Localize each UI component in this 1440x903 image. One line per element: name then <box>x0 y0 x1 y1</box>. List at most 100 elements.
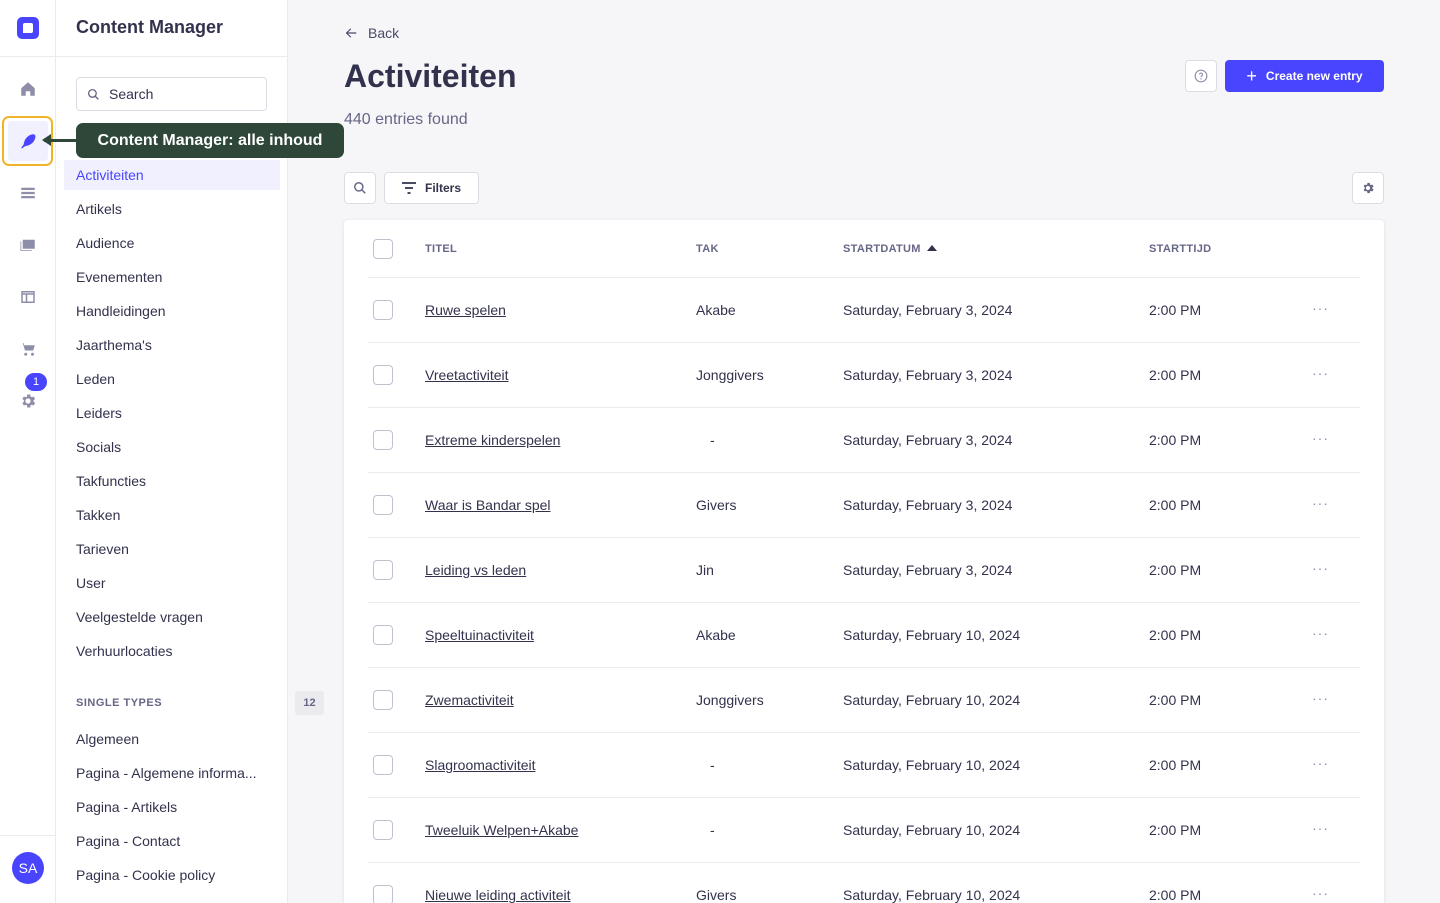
nav-item-leiders[interactable]: Leiders <box>64 398 280 428</box>
rail-divider <box>0 835 56 836</box>
column-header-tak[interactable]: TAK <box>696 243 719 255</box>
cell-tak: - <box>710 757 715 773</box>
more-actions-icon[interactable]: ··· <box>1312 300 1329 316</box>
table-row[interactable]: Slagroomactiviteit - Saturday, February … <box>368 733 1360 798</box>
filter-icon <box>401 182 416 194</box>
more-actions-icon[interactable]: ··· <box>1312 365 1329 381</box>
cell-startdatum: Saturday, February 3, 2024 <box>843 562 1013 578</box>
row-checkbox[interactable] <box>373 495 393 515</box>
table-row[interactable]: Speeltuinactiviteit Akabe Saturday, Febr… <box>368 603 1360 668</box>
search-input[interactable] <box>109 78 259 110</box>
list-icon[interactable] <box>8 173 48 213</box>
nav-item-tarieven[interactable]: Tarieven <box>64 534 280 564</box>
cart-icon[interactable] <box>8 329 48 369</box>
cell-titel[interactable]: Extreme kinderspelen <box>425 432 560 448</box>
table-row[interactable]: Waar is Bandar spel Givers Saturday, Feb… <box>368 473 1360 538</box>
column-header-startdatum[interactable]: STARTDATUM <box>843 243 937 255</box>
filters-button[interactable]: Filters <box>384 172 479 204</box>
table-row[interactable]: Zwemactiviteit Jonggivers Saturday, Febr… <box>368 668 1360 733</box>
cell-startdatum: Saturday, February 3, 2024 <box>843 367 1013 383</box>
table-row[interactable]: Extreme kinderspelen - Saturday, Februar… <box>368 408 1360 473</box>
cell-starttijd: 2:00 PM <box>1149 887 1202 903</box>
column-header-titel[interactable]: TITEL <box>425 243 457 255</box>
home-icon[interactable] <box>8 69 48 109</box>
column-header-starttijd[interactable]: STARTTIJD <box>1149 243 1211 255</box>
create-new-entry-button[interactable]: + Create new entry <box>1225 60 1384 92</box>
table-row[interactable]: Vreetactiviteit Jonggivers Saturday, Feb… <box>368 343 1360 408</box>
cell-tak: Jonggivers <box>696 367 764 383</box>
back-link[interactable]: Back <box>344 25 399 41</box>
nav-item-pagina-contact[interactable]: Pagina - Contact <box>64 826 280 856</box>
page-title: Activiteiten <box>344 58 517 94</box>
nav-item-artikels[interactable]: Artikels <box>64 194 280 224</box>
nav-item-socials[interactable]: Socials <box>64 432 280 462</box>
row-checkbox[interactable] <box>373 560 393 580</box>
more-actions-icon[interactable]: ··· <box>1312 820 1329 836</box>
cell-starttijd: 2:00 PM <box>1149 822 1202 838</box>
nav-item-handleidingen[interactable]: Handleidingen <box>64 296 280 326</box>
more-actions-icon[interactable]: ··· <box>1312 625 1329 641</box>
strapi-logo[interactable] <box>17 17 39 39</box>
more-actions-icon[interactable]: ··· <box>1312 430 1329 446</box>
nav-item-algemeen[interactable]: Algemeen <box>64 724 280 754</box>
single-types-label: SINGLE TYPES <box>76 697 163 709</box>
layout-icon[interactable] <box>8 277 48 317</box>
cell-tak: Akabe <box>696 302 736 318</box>
nav-item-veelgestelde-vragen[interactable]: Veelgestelde vragen <box>64 602 280 632</box>
create-label: Create new entry <box>1265 69 1363 83</box>
more-actions-icon[interactable]: ··· <box>1312 560 1329 576</box>
more-actions-icon[interactable]: ··· <box>1312 755 1329 771</box>
cell-titel[interactable]: Vreetactiviteit <box>425 367 509 383</box>
nav-item-leden[interactable]: Leden <box>64 364 280 394</box>
column-header-startdatum-label: STARTDATUM <box>843 243 921 255</box>
row-checkbox[interactable] <box>373 820 393 840</box>
cell-titel[interactable]: Waar is Bandar spel <box>425 497 551 513</box>
cell-startdatum: Saturday, February 10, 2024 <box>843 627 1021 643</box>
view-settings-button[interactable] <box>1352 172 1384 204</box>
back-label: Back <box>368 25 400 41</box>
table-row[interactable]: Ruwe spelen Akabe Saturday, February 3, … <box>368 278 1360 343</box>
media-icon[interactable] <box>8 225 48 265</box>
question-icon <box>1194 69 1208 83</box>
cell-titel[interactable]: Speeltuinactiviteit <box>425 627 534 643</box>
cell-titel[interactable]: Zwemactiviteit <box>425 692 514 708</box>
row-checkbox[interactable] <box>373 625 393 645</box>
cell-titel[interactable]: Nieuwe leiding activiteit <box>425 887 571 903</box>
nav-item-takken[interactable]: Takken <box>64 500 280 530</box>
nav-item-pagina-artikels[interactable]: Pagina - Artikels <box>64 792 280 822</box>
more-actions-icon[interactable]: ··· <box>1312 690 1329 706</box>
more-actions-icon[interactable]: ··· <box>1312 885 1329 901</box>
more-actions-icon[interactable]: ··· <box>1312 495 1329 511</box>
table-row[interactable]: Tweeluik Welpen+Akabe - Saturday, Februa… <box>368 798 1360 863</box>
table-row[interactable]: Leiding vs leden Jin Saturday, February … <box>368 538 1360 603</box>
select-all-checkbox[interactable] <box>373 239 393 259</box>
row-checkbox[interactable] <box>373 365 393 385</box>
subnav-search[interactable] <box>76 77 267 111</box>
nav-item-pagina-cookie-policy[interactable]: Pagina - Cookie policy <box>64 860 280 890</box>
table-search-button[interactable] <box>344 172 376 204</box>
cell-tak: - <box>710 822 715 838</box>
nav-item-evenementen[interactable]: Evenementen <box>64 262 280 292</box>
row-checkbox[interactable] <box>373 755 393 775</box>
cell-starttijd: 2:00 PM <box>1149 757 1202 773</box>
nav-item-takfuncties[interactable]: Takfuncties <box>64 466 280 496</box>
sort-ascending-icon <box>926 245 937 251</box>
row-checkbox[interactable] <box>373 300 393 320</box>
nav-item-audience[interactable]: Audience <box>64 228 280 258</box>
row-checkbox[interactable] <box>373 885 393 903</box>
nav-item-pagina-algemene-informatie[interactable]: Pagina - Algemene informa... <box>64 758 280 788</box>
table-row[interactable]: Nieuwe leiding activiteit Givers Saturda… <box>368 863 1360 903</box>
row-checkbox[interactable] <box>373 690 393 710</box>
nav-item-activiteiten[interactable]: Activiteiten <box>64 160 280 190</box>
callout-tooltip: Content Manager: alle inhoud <box>76 123 344 158</box>
nav-item-user[interactable]: User <box>64 568 280 598</box>
row-checkbox[interactable] <box>373 430 393 450</box>
help-button[interactable] <box>1185 60 1217 92</box>
cell-titel[interactable]: Tweeluik Welpen+Akabe <box>425 822 578 838</box>
cell-titel[interactable]: Slagroomactiviteit <box>425 757 536 773</box>
cell-titel[interactable]: Ruwe spelen <box>425 302 506 318</box>
user-avatar[interactable]: SA <box>12 852 44 884</box>
nav-item-jaarthemas[interactable]: Jaarthema's <box>64 330 280 360</box>
cell-titel[interactable]: Leiding vs leden <box>425 562 526 578</box>
nav-item-verhuurlocaties[interactable]: Verhuurlocaties <box>64 636 280 666</box>
